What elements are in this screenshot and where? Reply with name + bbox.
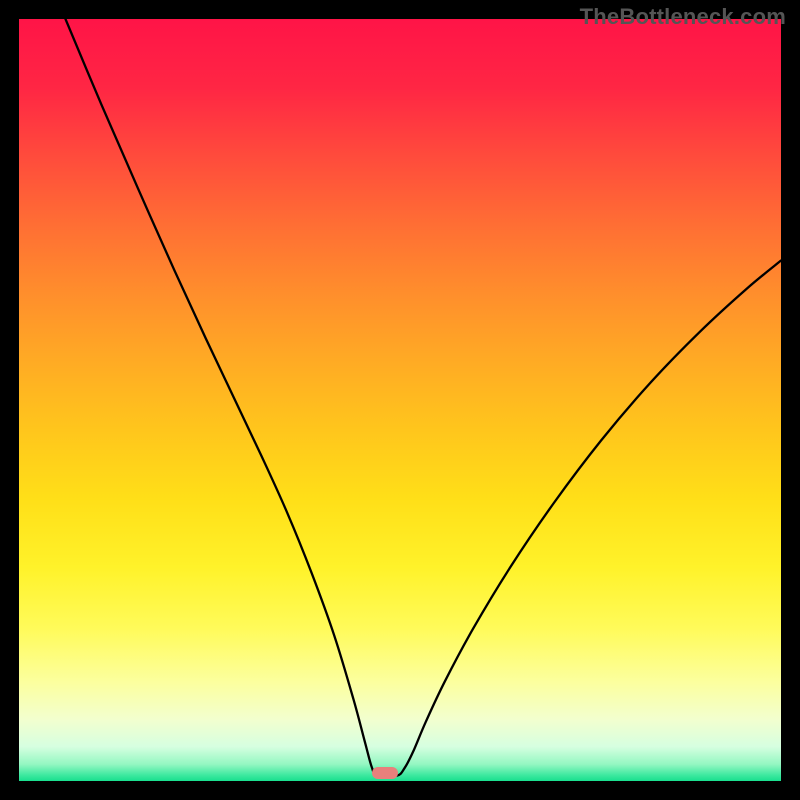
watermark-text: TheBottleneck.com [580, 4, 786, 30]
bottleneck-curve [19, 19, 781, 781]
chart-frame: TheBottleneck.com [0, 0, 800, 800]
plot-area [19, 19, 781, 781]
highlight-marker [372, 767, 398, 779]
